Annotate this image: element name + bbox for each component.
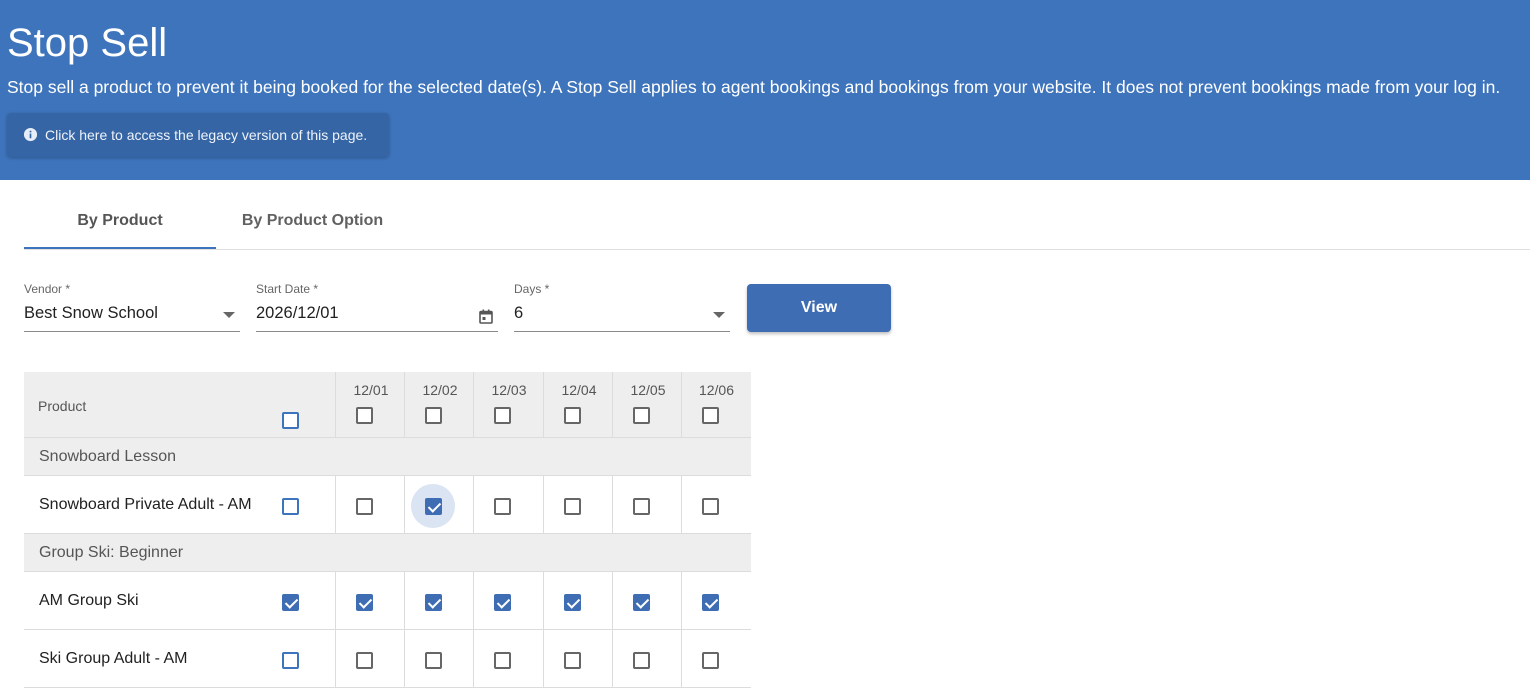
date-column-6: 12/06 bbox=[681, 372, 751, 437]
date-column-checkbox[interactable] bbox=[494, 407, 511, 424]
table-header-row: Product 12/01 12/02 12/03 12/04 12/05 12/06 bbox=[24, 372, 751, 438]
date-header-label: 12/01 bbox=[353, 382, 389, 398]
start-date-label: Start Date * bbox=[256, 282, 319, 296]
date-column-checkbox[interactable] bbox=[356, 407, 373, 424]
date-header-label: 12/03 bbox=[491, 382, 527, 398]
day-cell bbox=[612, 572, 683, 629]
date-header-label: 12/05 bbox=[630, 382, 666, 398]
dropdown-arrow-icon bbox=[223, 312, 235, 318]
date-header-label: 12/02 bbox=[422, 382, 458, 398]
table-row: Ski Group Adult - AM bbox=[24, 630, 751, 688]
day-checkbox[interactable] bbox=[494, 652, 511, 669]
page-header: Stop Sell Stop sell a product to prevent… bbox=[0, 0, 1530, 180]
product-column-header: Product bbox=[38, 398, 87, 414]
day-cell bbox=[612, 630, 683, 687]
date-column-4: 12/04 bbox=[543, 372, 614, 437]
select-all-checkbox[interactable] bbox=[282, 412, 299, 429]
start-date-field[interactable]: Start Date * 2026/12/01 bbox=[256, 282, 498, 332]
group-label: Group Ski: Beginner bbox=[39, 544, 184, 561]
date-column-5: 12/05 bbox=[612, 372, 683, 437]
day-checkbox[interactable] bbox=[633, 652, 650, 669]
date-column-2: 12/02 bbox=[404, 372, 475, 437]
legacy-link-label: Click here to access the legacy version … bbox=[45, 127, 368, 143]
vendor-select[interactable]: Vendor * Best Snow School bbox=[24, 282, 240, 332]
day-checkbox[interactable] bbox=[702, 498, 719, 515]
date-header-label: 12/04 bbox=[561, 382, 597, 398]
day-cell bbox=[404, 572, 475, 629]
stop-sell-table: Product 12/01 12/02 12/03 12/04 12/05 12/06 Sno… bbox=[24, 372, 751, 688]
days-select[interactable]: Days * 6 bbox=[514, 282, 730, 332]
day-checkbox[interactable] bbox=[494, 498, 511, 515]
vendor-label: Vendor * bbox=[24, 282, 71, 296]
product-name: Snowboard Private Adult - AM bbox=[39, 496, 252, 513]
day-checkbox[interactable] bbox=[425, 594, 442, 611]
days-label: Days * bbox=[514, 282, 550, 296]
vendor-value: Best Snow School bbox=[24, 304, 158, 322]
day-checkbox[interactable] bbox=[564, 498, 581, 515]
day-checkbox[interactable] bbox=[633, 594, 650, 611]
table-row: AM Group Ski bbox=[24, 572, 751, 630]
day-checkbox[interactable] bbox=[356, 652, 373, 669]
day-checkbox[interactable] bbox=[356, 594, 373, 611]
product-group-row: Group Ski: Beginner bbox=[24, 534, 751, 572]
day-cell bbox=[473, 572, 544, 629]
day-cell bbox=[681, 630, 751, 687]
day-checkbox[interactable] bbox=[425, 498, 442, 515]
product-group-row: Snowboard Lesson bbox=[24, 438, 751, 476]
day-checkbox[interactable] bbox=[633, 498, 650, 515]
row-select-checkbox[interactable] bbox=[282, 652, 299, 669]
tab-by-product[interactable]: By Product bbox=[24, 200, 216, 249]
row-select-checkbox[interactable] bbox=[282, 594, 299, 611]
start-date-value: 2026/12/01 bbox=[256, 304, 339, 322]
day-checkbox[interactable] bbox=[702, 652, 719, 669]
day-cell bbox=[543, 476, 614, 533]
day-checkbox[interactable] bbox=[564, 652, 581, 669]
day-cell bbox=[473, 476, 544, 533]
day-checkbox[interactable] bbox=[564, 594, 581, 611]
day-checkbox[interactable] bbox=[702, 594, 719, 611]
date-column-checkbox[interactable] bbox=[633, 407, 650, 424]
dropdown-arrow-icon bbox=[713, 312, 725, 318]
day-cell bbox=[335, 630, 406, 687]
day-checkbox[interactable] bbox=[425, 652, 442, 669]
group-label: Snowboard Lesson bbox=[39, 448, 176, 465]
product-name: AM Group Ski bbox=[39, 592, 139, 609]
day-cell bbox=[612, 476, 683, 533]
day-cell bbox=[543, 572, 614, 629]
day-cell bbox=[335, 572, 406, 629]
day-checkbox[interactable] bbox=[356, 498, 373, 515]
row-select-checkbox[interactable] bbox=[282, 498, 299, 515]
day-cell bbox=[404, 476, 475, 533]
page-title: Stop Sell bbox=[7, 21, 168, 65]
day-checkbox[interactable] bbox=[494, 594, 511, 611]
date-column-checkbox[interactable] bbox=[702, 407, 719, 424]
date-header-label: 12/06 bbox=[698, 382, 735, 398]
table-row: Snowboard Private Adult - AM bbox=[24, 476, 751, 534]
calendar-icon[interactable] bbox=[479, 309, 493, 324]
day-cell bbox=[404, 630, 475, 687]
date-column-1: 12/01 bbox=[335, 372, 406, 437]
date-column-3: 12/03 bbox=[473, 372, 544, 437]
date-column-checkbox[interactable] bbox=[564, 407, 581, 424]
page-description: Stop sell a product to prevent it being … bbox=[7, 77, 1501, 97]
day-cell bbox=[335, 476, 406, 533]
tab-by-product-option[interactable]: By Product Option bbox=[216, 200, 409, 248]
view-button[interactable]: View bbox=[747, 284, 891, 332]
info-icon bbox=[23, 127, 38, 142]
day-cell bbox=[473, 630, 544, 687]
date-column-checkbox[interactable] bbox=[425, 407, 442, 424]
product-name: Ski Group Adult - AM bbox=[39, 650, 188, 667]
day-cell bbox=[681, 476, 751, 533]
day-cell bbox=[543, 630, 614, 687]
days-value: 6 bbox=[514, 304, 524, 322]
tab-bar: By Product By Product Option bbox=[24, 200, 1530, 250]
day-cell bbox=[681, 572, 751, 629]
legacy-version-button[interactable]: Click here to access the legacy version … bbox=[7, 113, 389, 157]
